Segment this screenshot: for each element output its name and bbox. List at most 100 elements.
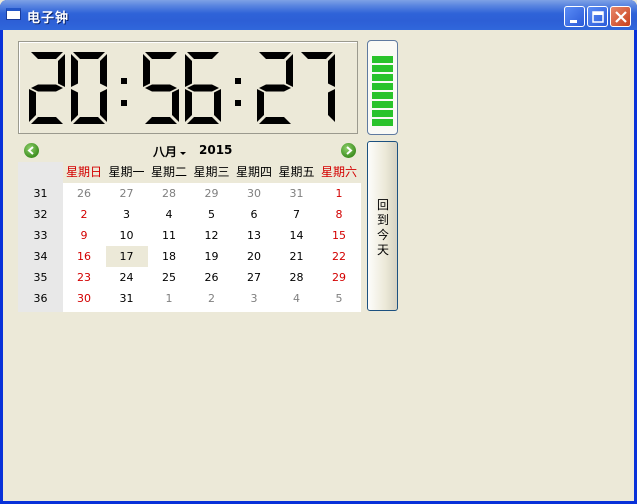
back-to-today-label: 回到今天 [376,198,389,257]
clock-segment [259,84,291,92]
calendar-day[interactable]: 5 [191,204,233,225]
clock-colon-dot [235,78,241,84]
back-to-today-button[interactable]: 回到今天 [367,141,398,311]
calendar-day[interactable]: 2 [63,204,105,225]
chevron-down-icon[interactable] [180,152,186,155]
prev-month-button[interactable] [24,143,39,158]
clock-segment [328,89,335,122]
calendar-day[interactable]: 15 [318,225,360,246]
clock-segment [31,117,63,124]
week-number: 35 [33,271,48,284]
calendar-day[interactable]: 29 [191,183,233,204]
clock-segment [257,89,264,122]
clock-colon-dot [121,100,127,106]
level-segment [372,56,393,63]
clock-segment [172,89,179,122]
clock-digits [29,52,335,124]
close-button[interactable] [610,6,631,27]
level-segment [372,83,393,90]
calendar-day[interactable]: 31 [276,183,318,204]
level-segment [372,119,393,126]
clock-segment [259,117,291,124]
calendar-day[interactable]: 24 [106,267,148,288]
weekday-header: 星期一 [108,165,145,179]
clock-segment [301,52,333,59]
calendar-day[interactable]: 2 [191,288,233,309]
clock-segment [259,52,291,59]
clock-segment [286,54,293,87]
calendar-day[interactable]: 19 [191,246,233,267]
maximize-icon [592,11,604,23]
calendar-day[interactable]: 16 [63,246,105,267]
calendar-day[interactable]: 14 [276,225,318,246]
level-segment [372,74,393,81]
clock-segment [58,54,65,87]
calendar-day[interactable]: 13 [233,225,275,246]
calendar-day[interactable]: 5 [318,288,360,309]
calendar-day[interactable]: 1 [148,288,190,309]
clock-segment [31,84,63,92]
calendar-day[interactable]: 31 [106,288,148,309]
calendar-day[interactable]: 20 [233,246,275,267]
title-bar[interactable]: 电子钟 [0,0,637,30]
clock-segment [187,52,219,59]
weekday-header: 星期二 [150,165,187,179]
clock-segment [328,54,335,87]
calendar-day[interactable]: 3 [233,288,275,309]
calendar-day[interactable]: 4 [276,288,318,309]
clock-segment [187,84,219,92]
weekday-header: 星期四 [235,165,272,179]
calendar-day[interactable]: 30 [63,288,105,309]
calendar-day[interactable]: 30 [233,183,275,204]
next-month-button[interactable] [341,143,356,158]
calendar-day[interactable]: 1 [318,183,360,204]
calendar-day[interactable]: 10 [106,225,148,246]
calendar-day[interactable]: 27 [106,183,148,204]
level-segment [372,101,393,108]
minimize-button[interactable] [564,6,585,27]
calendar-day[interactable]: 21 [276,246,318,267]
calendar-day[interactable]: 29 [318,267,360,288]
calendar-day-selected[interactable]: 17 [105,246,148,267]
minimize-icon [570,20,577,23]
calendar-day[interactable]: 28 [276,267,318,288]
clock-segment [185,54,192,87]
maximize-button[interactable] [587,6,608,27]
calendar-day[interactable]: 12 [191,225,233,246]
calendar-day[interactable]: 26 [191,267,233,288]
window-title: 电子钟 [27,11,70,26]
clock-segment [29,89,36,122]
calendar-day[interactable]: 28 [148,183,190,204]
clock-colon-dot [121,78,127,84]
year-selector[interactable]: 2015 [199,143,232,157]
clock-segment [31,52,63,59]
calendar-day[interactable]: 6 [233,204,275,225]
clock-segment [100,54,107,87]
calendar-day[interactable]: 18 [148,246,190,267]
clock-segment [145,84,177,92]
level-segment [372,92,393,99]
calendar-day[interactable]: 7 [276,204,318,225]
clock-segment [185,89,192,122]
calendar-day[interactable]: 22 [318,246,360,267]
clock-colon-dot [235,100,241,106]
calendar-day[interactable]: 25 [148,267,190,288]
week-number: 31 [33,187,48,200]
arrow-right-icon [346,146,353,155]
calendar-day[interactable]: 3 [106,204,148,225]
clock-segment [143,54,150,87]
clock-segment [100,89,107,122]
calendar-day[interactable]: 9 [63,225,105,246]
weekday-header-row: 星期日 星期一 星期二 星期三 星期四 星期五 星期六 [18,162,361,183]
calendar-day[interactable]: 11 [148,225,190,246]
level-indicator [367,40,398,135]
arrow-left-icon [27,146,34,155]
month-selector[interactable]: 八月 [153,143,177,160]
calendar: 八月 2015 星期日 星期一 星期二 星期三 星期四 星期五 星期六 31 26 27 28 29… [18,140,361,312]
calendar-day[interactable]: 27 [233,267,275,288]
clock-segment [187,117,219,124]
calendar-day[interactable]: 23 [63,267,105,288]
calendar-day[interactable]: 8 [318,204,360,225]
calendar-day[interactable]: 26 [63,183,105,204]
calendar-day[interactable]: 4 [148,204,190,225]
